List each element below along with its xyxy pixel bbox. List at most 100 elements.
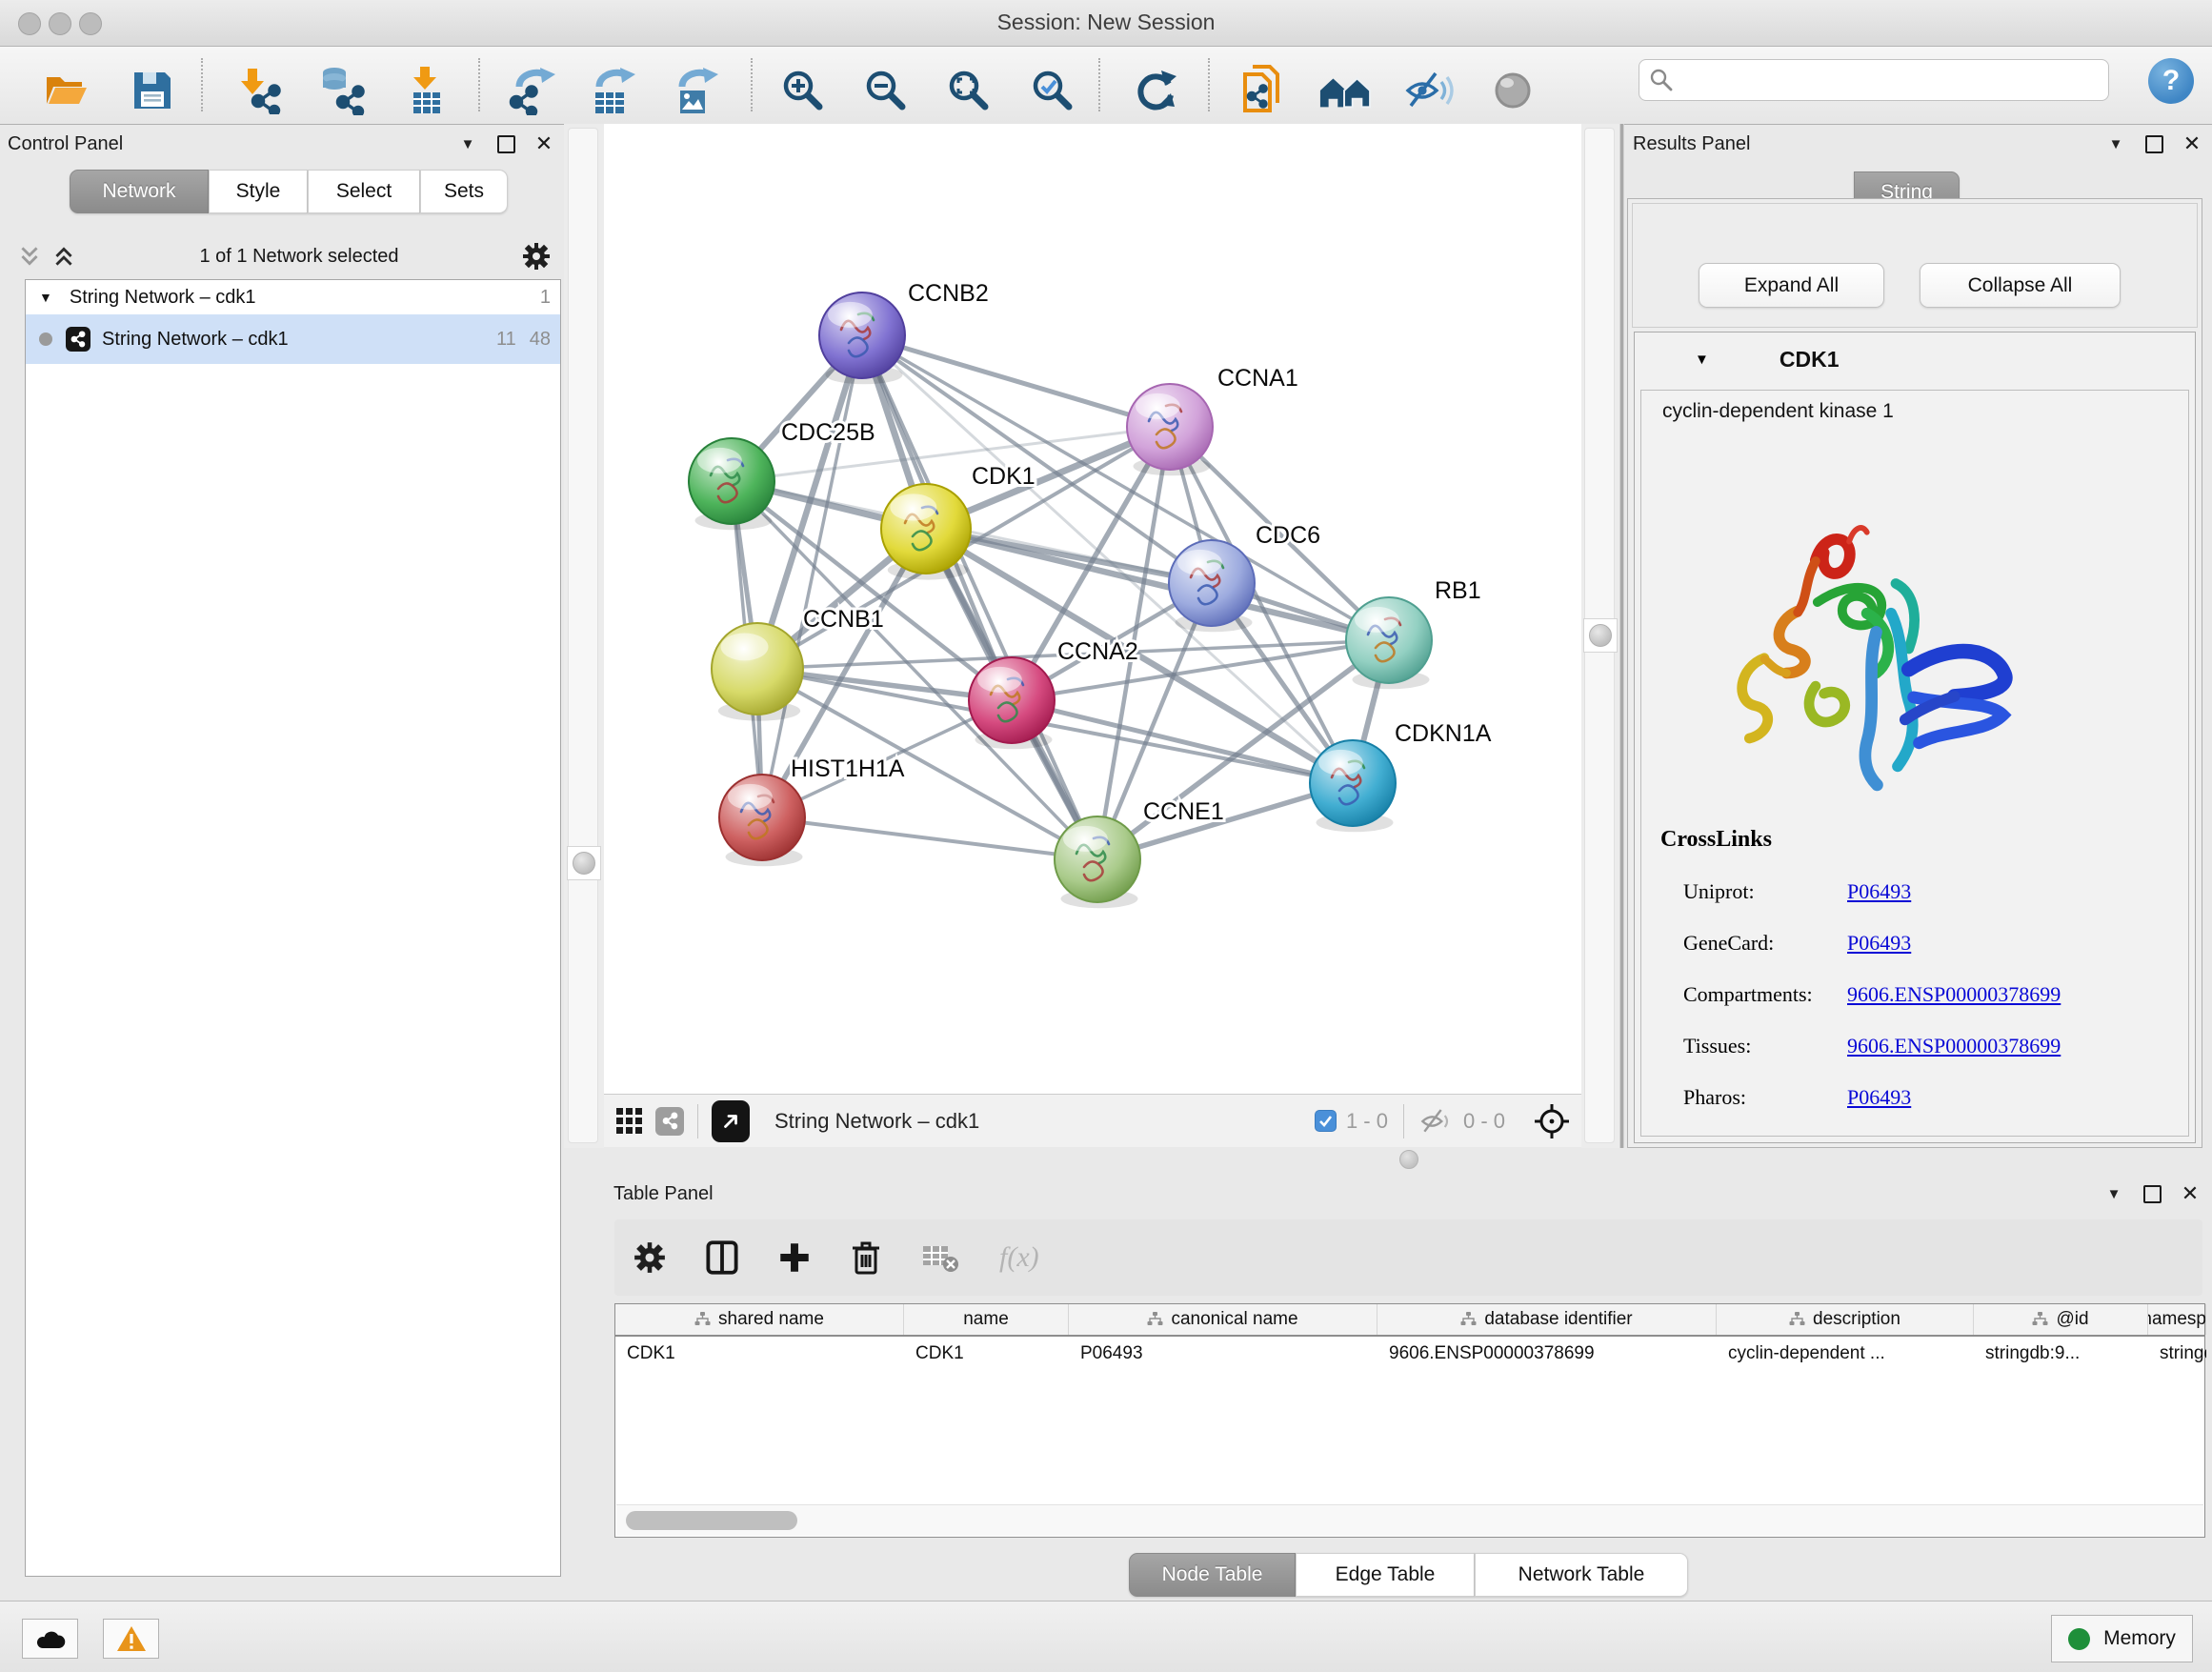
gear-icon[interactable] bbox=[522, 242, 551, 271]
edge-CCNB2-CCNA1[interactable] bbox=[862, 335, 1170, 427]
panel-close-button[interactable]: ✕ bbox=[2180, 131, 2204, 156]
hide-glass-button[interactable] bbox=[1402, 64, 1456, 117]
network-view-icon[interactable] bbox=[655, 1107, 684, 1136]
table-gear-button[interactable] bbox=[633, 1241, 666, 1274]
search-input[interactable] bbox=[1681, 69, 2099, 92]
memory-button[interactable]: Memory bbox=[2051, 1615, 2193, 1662]
northeast-arrow-icon bbox=[720, 1111, 741, 1132]
network-row-selected[interactable]: String Network – cdk1 11 48 bbox=[26, 314, 560, 364]
node-CCNB2[interactable] bbox=[819, 292, 905, 384]
warnings-button[interactable] bbox=[103, 1619, 159, 1659]
panel-float-button[interactable] bbox=[493, 131, 518, 156]
export-table-button[interactable] bbox=[586, 64, 639, 117]
collapse-all-chevron-icon[interactable] bbox=[17, 244, 42, 269]
panel-float-button[interactable] bbox=[2142, 131, 2166, 156]
network-collection-row[interactable]: ▼ String Network – cdk1 1 bbox=[26, 280, 560, 314]
column-header-canonical-name[interactable]: canonical name bbox=[1069, 1304, 1377, 1335]
panel-menu-arrow-icon[interactable]: ▼ bbox=[455, 131, 480, 156]
cell-id[interactable]: stringdb:9... bbox=[1974, 1337, 2148, 1373]
column-header-shared-name[interactable]: shared name bbox=[615, 1304, 904, 1335]
detach-view-button[interactable] bbox=[712, 1100, 750, 1142]
node-RB1[interactable] bbox=[1346, 597, 1432, 689]
expand-all-button[interactable]: Expand All bbox=[1699, 263, 1884, 308]
export-image-button[interactable] bbox=[669, 64, 722, 117]
horizontal-splitter-handle[interactable] bbox=[1399, 1150, 1418, 1169]
column-header-name[interactable]: name bbox=[904, 1304, 1069, 1335]
string-home-button[interactable] bbox=[1318, 64, 1372, 117]
network-canvas[interactable]: CCNB2CCNA1CDC25BCDK1CDC6RB1CCNB1CCNA2CDK… bbox=[604, 124, 1581, 1094]
crosslink-link-genecard[interactable]: P06493 bbox=[1847, 931, 1911, 956]
node-CCNA1[interactable] bbox=[1127, 384, 1213, 475]
node-CCNE1[interactable] bbox=[1055, 816, 1140, 908]
cell-shared-name[interactable]: CDK1 bbox=[615, 1337, 904, 1373]
cell-name[interactable]: CDK1 bbox=[904, 1337, 1069, 1373]
left-splitter-handle[interactable] bbox=[567, 846, 601, 880]
cloud-button[interactable] bbox=[22, 1619, 78, 1659]
collapse-all-button[interactable]: Collapse All bbox=[1920, 263, 2121, 308]
save-session-button[interactable] bbox=[126, 64, 179, 117]
column-header-description[interactable]: description bbox=[1717, 1304, 1974, 1335]
column-header-database-identifier[interactable]: database identifier bbox=[1377, 1304, 1717, 1335]
tab-node-table[interactable]: Node Table bbox=[1129, 1553, 1296, 1597]
zoom-selected-button[interactable] bbox=[1026, 64, 1079, 117]
tree-expander-icon[interactable]: ▼ bbox=[39, 290, 52, 305]
cell-database-identifier[interactable]: 9606.ENSP00000378699 bbox=[1377, 1337, 1717, 1373]
select-columns-button[interactable] bbox=[706, 1240, 738, 1275]
tab-network-table[interactable]: Network Table bbox=[1475, 1553, 1688, 1597]
panel-close-button[interactable]: ✕ bbox=[2178, 1181, 2202, 1206]
node-CDC6[interactable] bbox=[1169, 540, 1255, 632]
grid-view-icon[interactable] bbox=[615, 1107, 644, 1136]
tab-network[interactable]: Network bbox=[70, 170, 209, 213]
left-scroll-track[interactable] bbox=[568, 128, 598, 1143]
crosslink-link-pharos[interactable]: P06493 bbox=[1847, 1085, 1911, 1110]
panel-menu-arrow-icon[interactable]: ▼ bbox=[2101, 1181, 2126, 1206]
expand-all-chevron-icon[interactable] bbox=[51, 244, 76, 269]
panel-close-button[interactable]: ✕ bbox=[532, 131, 556, 156]
scrollbar-thumb[interactable] bbox=[626, 1511, 797, 1530]
node-CDC25B[interactable] bbox=[689, 438, 774, 530]
tab-sets[interactable]: Sets bbox=[420, 170, 508, 213]
cell-canonical-name[interactable]: P06493 bbox=[1069, 1337, 1377, 1373]
apply-preferred-layout-button[interactable] bbox=[1130, 64, 1183, 117]
node-CDK1[interactable] bbox=[881, 484, 971, 580]
crosslink-link-uniprot[interactable]: P06493 bbox=[1847, 879, 1911, 904]
show-glass-button[interactable] bbox=[1486, 64, 1539, 117]
column-header-namespace[interactable]: namespace bbox=[2148, 1304, 2206, 1335]
tab-edge-table[interactable]: Edge Table bbox=[1296, 1553, 1475, 1597]
import-network-from-file-button[interactable] bbox=[232, 64, 286, 117]
cell-namespace[interactable]: stringdb bbox=[2148, 1337, 2206, 1373]
export-network-button[interactable] bbox=[505, 64, 558, 117]
birds-eye-crosshair-icon[interactable] bbox=[1534, 1103, 1570, 1139]
right-splitter-handle[interactable] bbox=[1583, 618, 1618, 653]
crosslink-link-tissues[interactable]: 9606.ENSP00000378699 bbox=[1847, 1034, 2061, 1058]
edge-CCNB2-HIST1H1A[interactable] bbox=[762, 335, 862, 817]
node-CDKN1A[interactable] bbox=[1310, 740, 1396, 832]
delete-column-button[interactable] bbox=[851, 1239, 881, 1276]
node-CCNB1[interactable] bbox=[712, 623, 803, 721]
panel-divider[interactable] bbox=[1619, 124, 1624, 1148]
tab-select[interactable]: Select bbox=[308, 170, 420, 213]
add-column-button[interactable] bbox=[778, 1241, 811, 1274]
panel-float-button[interactable] bbox=[2140, 1181, 2164, 1206]
node-HIST1H1A[interactable] bbox=[719, 775, 805, 866]
crosslink-link-compartments[interactable]: 9606.ENSP00000378699 bbox=[1847, 982, 2061, 1007]
gene-header-row[interactable]: ▼ CDK1 bbox=[1635, 332, 2195, 386]
import-network-from-database-button[interactable] bbox=[314, 64, 368, 117]
cell-description[interactable]: cyclin-dependent ... bbox=[1717, 1337, 1974, 1373]
edge-HIST1H1A-CCNE1[interactable] bbox=[762, 817, 1097, 859]
table-horizontal-scrollbar[interactable] bbox=[616, 1504, 2203, 1536]
zoom-fit-button[interactable] bbox=[942, 64, 995, 117]
tab-style[interactable]: Style bbox=[209, 170, 308, 213]
help-button[interactable]: ? bbox=[2148, 58, 2194, 104]
node-CCNA2[interactable] bbox=[969, 657, 1055, 749]
open-session-button[interactable] bbox=[40, 64, 93, 117]
zoom-in-button[interactable] bbox=[776, 64, 830, 117]
zoom-out-button[interactable] bbox=[859, 64, 913, 117]
gene-collapse-arrow-icon[interactable]: ▼ bbox=[1695, 352, 1709, 368]
panel-menu-arrow-icon[interactable]: ▼ bbox=[2103, 131, 2128, 156]
string-import-button[interactable] bbox=[1237, 64, 1290, 117]
table-row[interactable]: CDK1CDK1P064939606.ENSP00000378699cyclin… bbox=[615, 1337, 2204, 1373]
import-table-from-file-button[interactable] bbox=[400, 64, 453, 117]
selected-checkbox-icon[interactable] bbox=[1315, 1110, 1337, 1132]
column-header-id[interactable]: @id bbox=[1974, 1304, 2148, 1335]
